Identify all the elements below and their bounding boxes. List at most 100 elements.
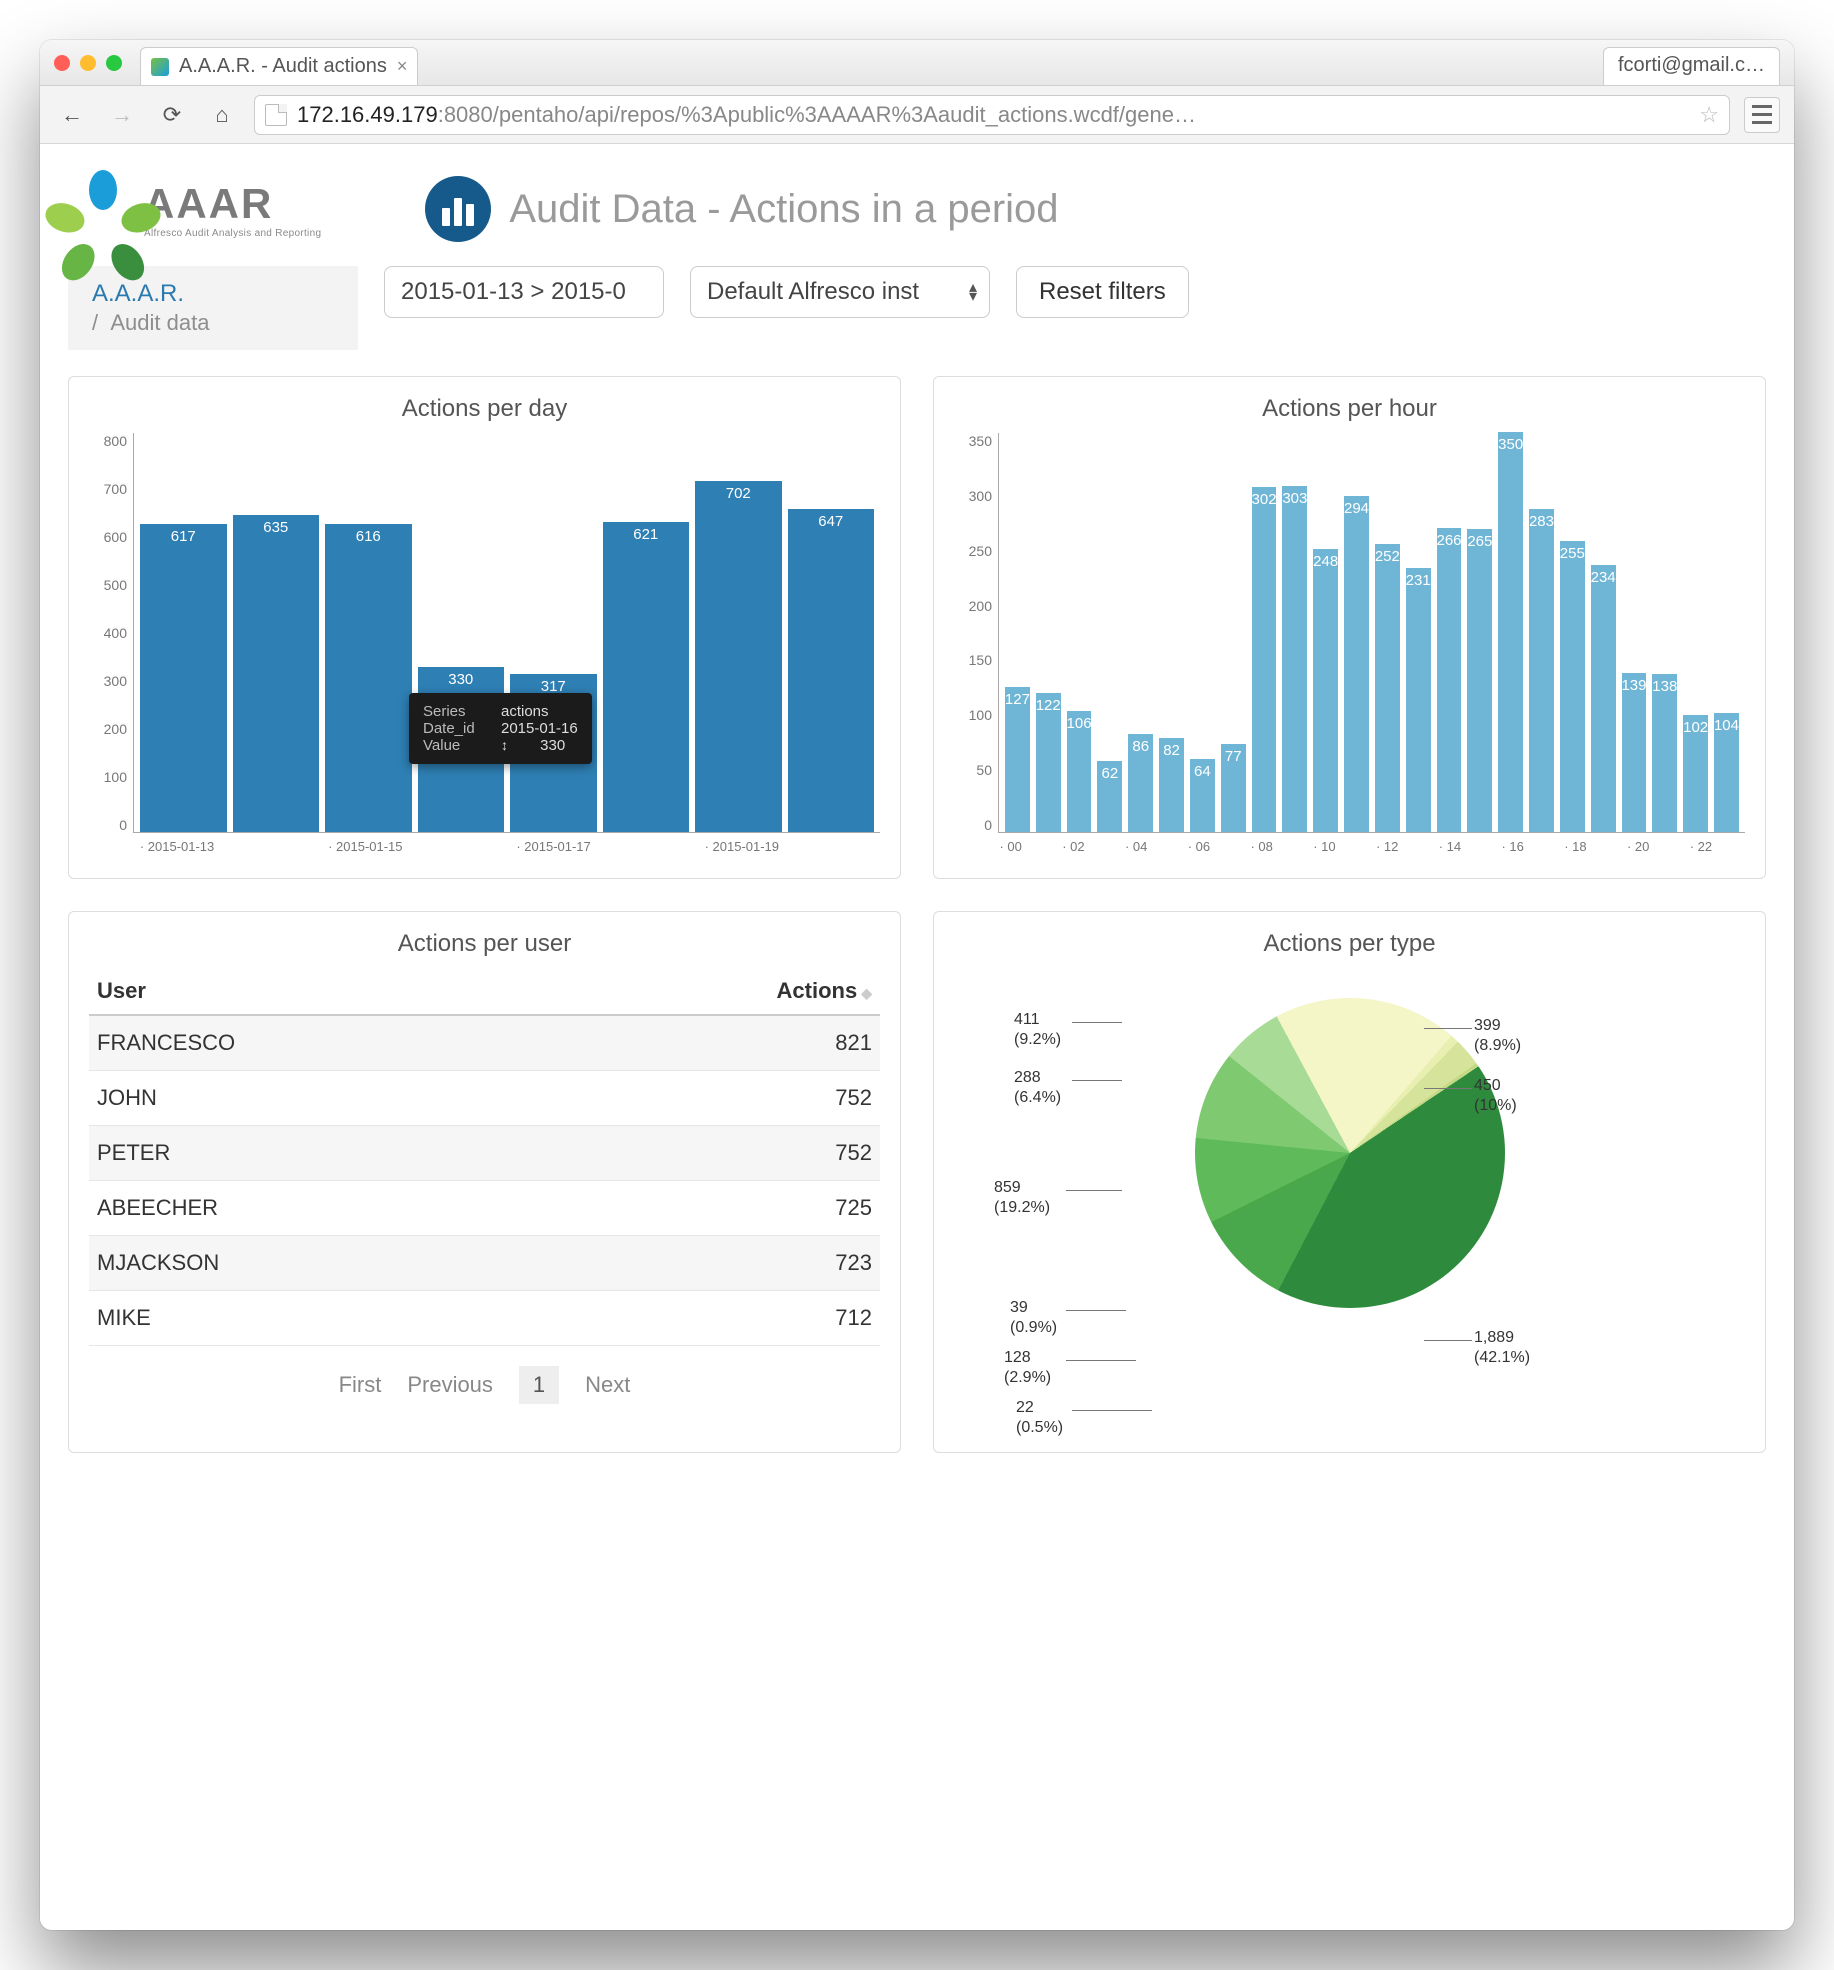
bar[interactable]: 283 bbox=[1529, 509, 1554, 832]
bar[interactable]: 617 bbox=[140, 524, 227, 833]
pie-slice-label: 1,889(42.1%) bbox=[1474, 1328, 1530, 1368]
panel-title-per-user: Actions per user bbox=[89, 930, 880, 958]
date-range-value: 2015-01-13 > 2015-0 bbox=[401, 278, 626, 306]
panel-title-per-hour: Actions per hour bbox=[954, 395, 1745, 423]
table-pager: First Previous 1 Next bbox=[89, 1366, 880, 1404]
pager-next[interactable]: Next bbox=[585, 1372, 630, 1398]
instance-value: Default Alfresco inst bbox=[707, 278, 919, 306]
chart-per-hour[interactable]: 350300250200150100500 127122106628682647… bbox=[954, 433, 1745, 854]
window-title-bar: A.A.A.R. - Audit actions × fcorti@gmail.… bbox=[40, 40, 1794, 86]
page-header: AAAR Alfresco Audit Analysis and Reporti… bbox=[68, 174, 1766, 244]
profile-label: fcorti@gmail.c… bbox=[1618, 54, 1765, 76]
panel-actions-per-day: Actions per day 800700600500400300200100… bbox=[68, 376, 901, 879]
y-axis-ticks: 350300250200150100500 bbox=[954, 433, 998, 833]
bar-chart-icon bbox=[425, 176, 491, 242]
x-axis-ticks: · 00 · 02 · 04 · 06 · 08 · 10 · 12 · 14 … bbox=[998, 839, 1745, 854]
pie-slice-label: 39(0.9%) bbox=[1010, 1298, 1057, 1338]
users-table: User Actions◆ FRANCESCO821JOHN752PETER75… bbox=[89, 968, 880, 1346]
bar[interactable]: 248 bbox=[1313, 549, 1338, 832]
pie-slice-label: 450(10%) bbox=[1474, 1076, 1517, 1116]
panel-actions-per-user: Actions per user User Actions◆ FRANCESCO… bbox=[68, 911, 901, 1453]
chart-per-day[interactable]: 8007006005004003002001000 61763561633031… bbox=[89, 433, 880, 854]
nav-forward-icon[interactable]: → bbox=[104, 97, 140, 133]
bar[interactable]: 255 bbox=[1560, 541, 1585, 832]
bar[interactable]: 122 bbox=[1036, 693, 1061, 832]
instance-select[interactable]: Default Alfresco inst ▴▾ bbox=[690, 266, 990, 318]
chart-per-type[interactable]: 1,889(42.1%) 450(10%) 399(8.9%) 411(9.2%) 28… bbox=[954, 968, 1745, 1428]
pie-slice-label: 288(6.4%) bbox=[1014, 1068, 1061, 1108]
bar[interactable]: 635 bbox=[233, 515, 320, 833]
bar[interactable]: 127 bbox=[1005, 687, 1030, 832]
col-header-user[interactable]: User bbox=[89, 968, 548, 1015]
y-axis-ticks: 8007006005004003002001000 bbox=[89, 433, 133, 833]
bar[interactable]: 350 bbox=[1498, 432, 1523, 832]
url-host: 172.16.49.179 bbox=[297, 102, 438, 128]
bar[interactable]: 303 bbox=[1282, 486, 1307, 832]
breadcrumb-root-link[interactable]: A.A.A.R. bbox=[92, 280, 334, 308]
bar[interactable]: 266 bbox=[1437, 528, 1462, 832]
tab-close-icon[interactable]: × bbox=[397, 56, 408, 77]
table-row[interactable]: MJACKSON723 bbox=[89, 1236, 880, 1291]
panel-title-per-type: Actions per type bbox=[954, 930, 1745, 958]
reload-icon[interactable]: ⟳ bbox=[154, 97, 190, 133]
bar[interactable]: 138 bbox=[1652, 674, 1677, 832]
table-row[interactable]: JOHN752 bbox=[89, 1071, 880, 1126]
bar[interactable]: 647 bbox=[788, 509, 875, 833]
table-row[interactable]: ABEECHER725 bbox=[89, 1181, 880, 1236]
profile-chip[interactable]: fcorti@gmail.c… bbox=[1603, 47, 1780, 85]
bar[interactable]: 82 bbox=[1159, 738, 1184, 832]
pie-slice-label: 399(8.9%) bbox=[1474, 1016, 1521, 1056]
nav-back-icon[interactable]: ← bbox=[54, 97, 90, 133]
bar[interactable]: 616 bbox=[325, 524, 412, 832]
bar[interactable]: 86 bbox=[1128, 734, 1153, 832]
bar[interactable]: 106 bbox=[1067, 711, 1092, 832]
window-minimize-button[interactable] bbox=[80, 55, 96, 71]
bar[interactable]: 302 bbox=[1252, 487, 1277, 832]
pie-slice-label: 22(0.5%) bbox=[1016, 1398, 1063, 1438]
pie-slice-label: 411(9.2%) bbox=[1014, 1010, 1061, 1050]
tab-title: A.A.A.R. - Audit actions bbox=[179, 55, 387, 78]
bar[interactable]: 64 bbox=[1190, 759, 1215, 832]
bars-per-hour: 1271221066286826477302303248294252231266… bbox=[998, 433, 1745, 833]
pager-prev[interactable]: Previous bbox=[407, 1372, 493, 1398]
table-row[interactable]: FRANCESCO821 bbox=[89, 1015, 880, 1071]
bar[interactable]: 104 bbox=[1714, 713, 1739, 832]
bar[interactable]: 265 bbox=[1467, 529, 1492, 832]
bar[interactable]: 62 bbox=[1097, 761, 1122, 832]
page-viewport[interactable]: AAAR Alfresco Audit Analysis and Reporti… bbox=[40, 144, 1794, 1930]
bookmark-star-icon[interactable]: ☆ bbox=[1699, 102, 1719, 128]
chart-tooltip: Seriesactions Date_id2015-01-16 Value↕ 3… bbox=[409, 693, 592, 764]
bars-per-day: 617635616330317621702647 bbox=[133, 433, 880, 833]
bar[interactable]: 102 bbox=[1683, 715, 1708, 832]
logo-subtitle: Alfresco Audit Analysis and Reporting bbox=[144, 228, 321, 239]
hamburger-menu-icon[interactable] bbox=[1744, 97, 1780, 133]
bar[interactable]: 77 bbox=[1221, 744, 1246, 832]
bar[interactable]: 621 bbox=[603, 522, 690, 833]
aaar-logo: AAAR Alfresco Audit Analysis and Reporti… bbox=[68, 174, 321, 244]
panel-title-per-day: Actions per day bbox=[89, 395, 880, 423]
browser-window: A.A.A.R. - Audit actions × fcorti@gmail.… bbox=[40, 40, 1794, 1930]
window-zoom-button[interactable] bbox=[106, 55, 122, 71]
bar[interactable]: 231 bbox=[1406, 568, 1431, 832]
browser-tab[interactable]: A.A.A.R. - Audit actions × bbox=[140, 47, 418, 85]
pager-first[interactable]: First bbox=[339, 1372, 382, 1398]
sort-icon: ◆ bbox=[861, 985, 872, 1001]
bar[interactable]: 294 bbox=[1344, 496, 1369, 832]
bar[interactable]: 139 bbox=[1622, 673, 1647, 832]
window-close-button[interactable] bbox=[54, 55, 70, 71]
bar[interactable]: 252 bbox=[1375, 544, 1400, 832]
date-range-input[interactable]: 2015-01-13 > 2015-0 bbox=[384, 266, 664, 318]
pie-slice-label: 859(19.2%) bbox=[994, 1178, 1050, 1218]
breadcrumb: A.A.A.R. / Audit data bbox=[68, 266, 358, 350]
bar[interactable]: 234 bbox=[1591, 565, 1616, 832]
reset-filters-button[interactable]: Reset filters bbox=[1016, 266, 1189, 318]
col-header-actions[interactable]: Actions◆ bbox=[548, 968, 880, 1015]
page-title-wrap: Audit Data - Actions in a period bbox=[425, 176, 1058, 242]
page-icon bbox=[265, 104, 287, 126]
address-bar[interactable]: 172.16.49.179 :8080/pentaho/api/repos/%3… bbox=[254, 95, 1730, 135]
bar[interactable]: 702 bbox=[695, 481, 782, 832]
pager-current[interactable]: 1 bbox=[519, 1366, 559, 1404]
table-row[interactable]: MIKE712 bbox=[89, 1291, 880, 1346]
table-row[interactable]: PETER752 bbox=[89, 1126, 880, 1181]
home-icon[interactable]: ⌂ bbox=[204, 97, 240, 133]
